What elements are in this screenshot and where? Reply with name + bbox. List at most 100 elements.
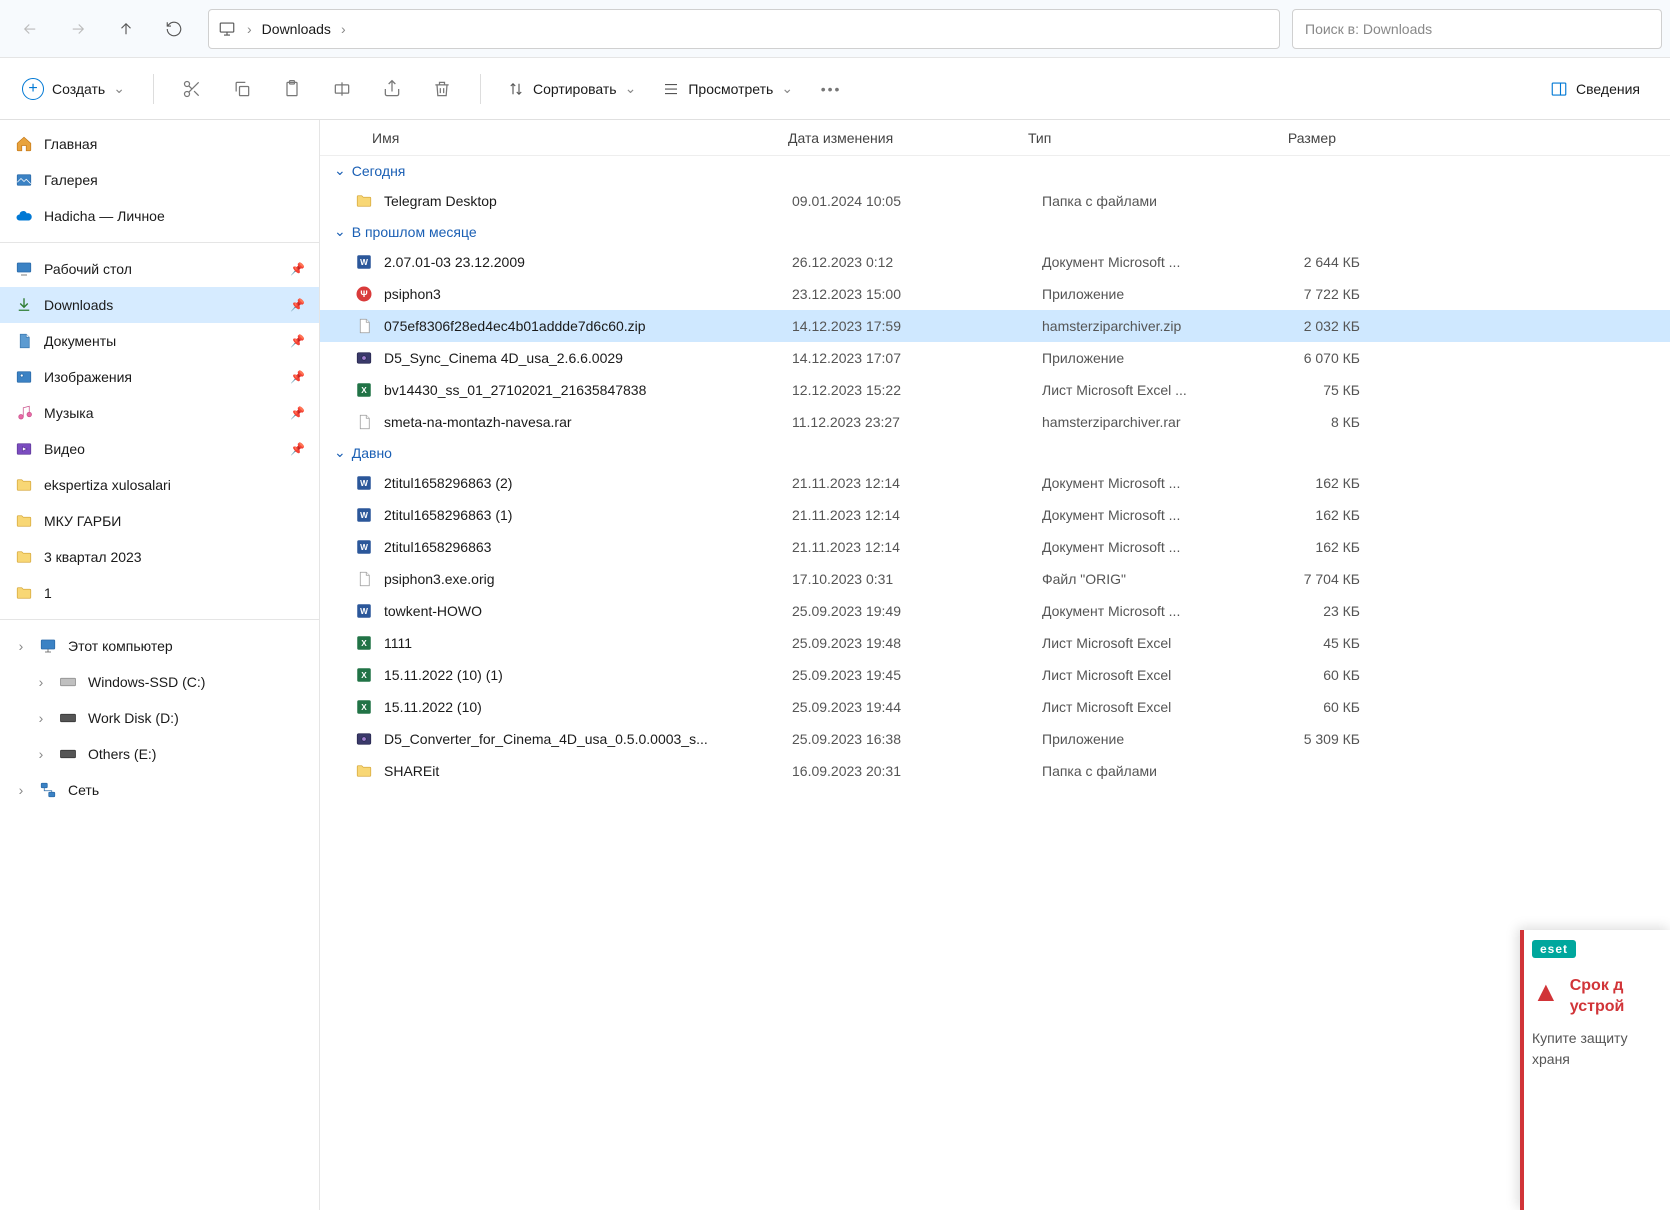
clipboard-icon — [282, 79, 302, 99]
paste-button[interactable] — [270, 69, 314, 109]
sidebar-item-quick[interactable]: Документы 📌 — [0, 323, 319, 359]
file-date: 25.09.2023 19:48 — [792, 635, 1032, 651]
rename-button[interactable] — [320, 69, 364, 109]
file-row[interactable]: X111125.09.2023 19:48Лист Microsoft Exce… — [320, 627, 1670, 659]
sidebar-item-quick[interactable]: Изображения📌 — [0, 359, 319, 395]
delete-button[interactable] — [420, 69, 464, 109]
file-size: 8 КБ — [1246, 414, 1370, 430]
file-size: 2 644 КБ — [1246, 254, 1370, 270]
sidebar-item-onedrive[interactable]: Hadicha — Личное — [0, 198, 319, 234]
sidebar-item-quick[interactable]: 3 квартал 2023 — [0, 539, 319, 575]
sidebar-item-quick[interactable]: 1 — [0, 575, 319, 611]
file-row[interactable]: Telegram Desktop09.01.2024 10:05Папка с … — [320, 185, 1670, 217]
pin-icon: 📌 — [290, 334, 305, 348]
folder-icon — [14, 583, 34, 603]
file-name: psiphon3 — [384, 286, 782, 302]
file-row[interactable]: psiphon3.exe.orig17.10.2023 0:31Файл "OR… — [320, 563, 1670, 595]
sort-button[interactable]: Сортировать ⌄ — [497, 74, 646, 104]
breadcrumb[interactable]: › Downloads › — [208, 9, 1280, 49]
file-name: 075ef8306f28ed4ec4b01addde7d6c60.zip — [384, 318, 782, 334]
file-row[interactable]: W2titul1658296863 (2)21.11.2023 12:14Док… — [320, 467, 1670, 499]
up-button[interactable] — [104, 9, 148, 49]
back-button[interactable] — [8, 9, 52, 49]
sidebar-item-drive[interactable]: ›Work Disk (D:) — [0, 700, 319, 736]
file-size: 60 КБ — [1246, 667, 1370, 683]
file-date: 21.11.2023 12:14 — [792, 475, 1032, 491]
sidebar-item-quick[interactable]: ekspertiza xulosalari — [0, 467, 319, 503]
sidebar-item-quick[interactable]: МКУ ГАРБИ — [0, 503, 319, 539]
drive-icon — [58, 744, 78, 764]
cut-button[interactable] — [170, 69, 214, 109]
chevron-right-icon: › — [34, 674, 48, 690]
file-row[interactable]: D5_Converter_for_Cinema_4D_usa_0.5.0.000… — [320, 723, 1670, 755]
sidebar-item-label: 3 квартал 2023 — [44, 549, 142, 565]
music-icon — [14, 403, 34, 423]
copy-icon — [232, 79, 252, 99]
group-header[interactable]: ⌄Сегодня — [320, 156, 1670, 185]
file-date: 09.01.2024 10:05 — [792, 193, 1032, 209]
column-header-type[interactable]: Тип — [1028, 130, 1222, 146]
breadcrumb-segment[interactable]: Downloads — [262, 21, 331, 37]
eset-notification[interactable]: eset ▲ Срок д устрой Купите защиту храня — [1520, 930, 1670, 1210]
file-type: Лист Microsoft Excel ... — [1042, 382, 1236, 398]
refresh-button[interactable] — [152, 9, 196, 49]
file-type-icon — [354, 412, 374, 432]
file-row[interactable]: W2.07.01-03 23.12.200926.12.2023 0:12Док… — [320, 246, 1670, 278]
sort-label: Сортировать — [533, 81, 617, 97]
file-row[interactable]: Wtowkent-HOWO25.09.2023 19:49Документ Mi… — [320, 595, 1670, 627]
column-header-date[interactable]: Дата изменения — [788, 130, 1028, 146]
refresh-icon — [165, 20, 183, 38]
file-row[interactable]: 075ef8306f28ed4ec4b01addde7d6c60.zip14.1… — [320, 310, 1670, 342]
sidebar-item-drive[interactable]: ›Windows-SSD (C:) — [0, 664, 319, 700]
file-size: 2 032 КБ — [1246, 318, 1370, 334]
group-title: Давно — [352, 445, 392, 461]
file-name: towkent-HOWO — [384, 603, 782, 619]
desktop-icon — [14, 259, 34, 279]
column-header-name[interactable]: Имя — [372, 130, 788, 146]
sidebar-item-gallery[interactable]: Галерея — [0, 162, 319, 198]
sidebar-item-network[interactable]: › Сеть — [0, 772, 319, 808]
file-type: Приложение — [1042, 731, 1236, 747]
file-row[interactable]: W2titul1658296863 (1)21.11.2023 12:14Док… — [320, 499, 1670, 531]
sidebar-item-quick[interactable]: Музыка📌 — [0, 395, 319, 431]
file-type-icon: W — [354, 601, 374, 621]
file-type: Приложение — [1042, 350, 1236, 366]
file-row[interactable]: W2titul165829686321.11.2023 12:14Докумен… — [320, 531, 1670, 563]
details-button[interactable]: Сведения — [1540, 74, 1650, 104]
sidebar-item-label: Главная — [44, 136, 97, 152]
file-row[interactable]: Xbv14430_ss_01_27102021_2163584783812.12… — [320, 374, 1670, 406]
sidebar-item-quick[interactable]: Рабочий стол📌 — [0, 251, 319, 287]
chevron-down-icon: ⌄ — [113, 80, 125, 97]
forward-button[interactable] — [56, 9, 100, 49]
sidebar-item-thispc[interactable]: › Этот компьютер — [0, 628, 319, 664]
new-button[interactable]: + Создать ⌄ — [10, 72, 137, 106]
chevron-right-icon: › — [247, 21, 252, 37]
sidebar-item-quick[interactable]: Видео📌 — [0, 431, 319, 467]
file-type: Папка с файлами — [1042, 193, 1236, 209]
search-input[interactable]: Поиск в: Downloads — [1292, 9, 1662, 49]
file-list-pane: Имя Дата изменения Тип Размер ⌄СегодняTe… — [320, 120, 1670, 1210]
file-date: 25.09.2023 16:38 — [792, 731, 1032, 747]
file-row[interactable]: D5_Sync_Cinema 4D_usa_2.6.6.002914.12.20… — [320, 342, 1670, 374]
share-button[interactable] — [370, 69, 414, 109]
more-button[interactable]: ••• — [809, 69, 853, 109]
sidebar-item-label: Видео — [44, 441, 85, 457]
sidebar-item-quick[interactable]: Downloads📌 — [0, 287, 319, 323]
file-row[interactable]: Ψpsiphon323.12.2023 15:00Приложение7 722… — [320, 278, 1670, 310]
sidebar-item-drive[interactable]: ›Others (E:) — [0, 736, 319, 772]
file-row[interactable]: smeta-na-montazh-navesa.rar11.12.2023 23… — [320, 406, 1670, 438]
view-button[interactable]: Просмотреть ⌄ — [652, 74, 803, 104]
copy-button[interactable] — [220, 69, 264, 109]
column-header-size[interactable]: Размер — [1222, 130, 1346, 146]
sidebar-item-label: Документы — [44, 333, 116, 349]
file-row[interactable]: X15.11.2022 (10)25.09.2023 19:44Лист Mic… — [320, 691, 1670, 723]
sidebar-item-home[interactable]: Главная — [0, 126, 319, 162]
group-header[interactable]: ⌄Давно — [320, 438, 1670, 467]
pictures-icon — [14, 367, 34, 387]
chevron-right-icon: › — [14, 782, 28, 798]
file-type: Лист Microsoft Excel — [1042, 699, 1236, 715]
group-header[interactable]: ⌄В прошлом месяце — [320, 217, 1670, 246]
drive-icon — [58, 708, 78, 728]
file-row[interactable]: SHAREit16.09.2023 20:31Папка с файлами — [320, 755, 1670, 787]
file-row[interactable]: X15.11.2022 (10) (1)25.09.2023 19:45Лист… — [320, 659, 1670, 691]
